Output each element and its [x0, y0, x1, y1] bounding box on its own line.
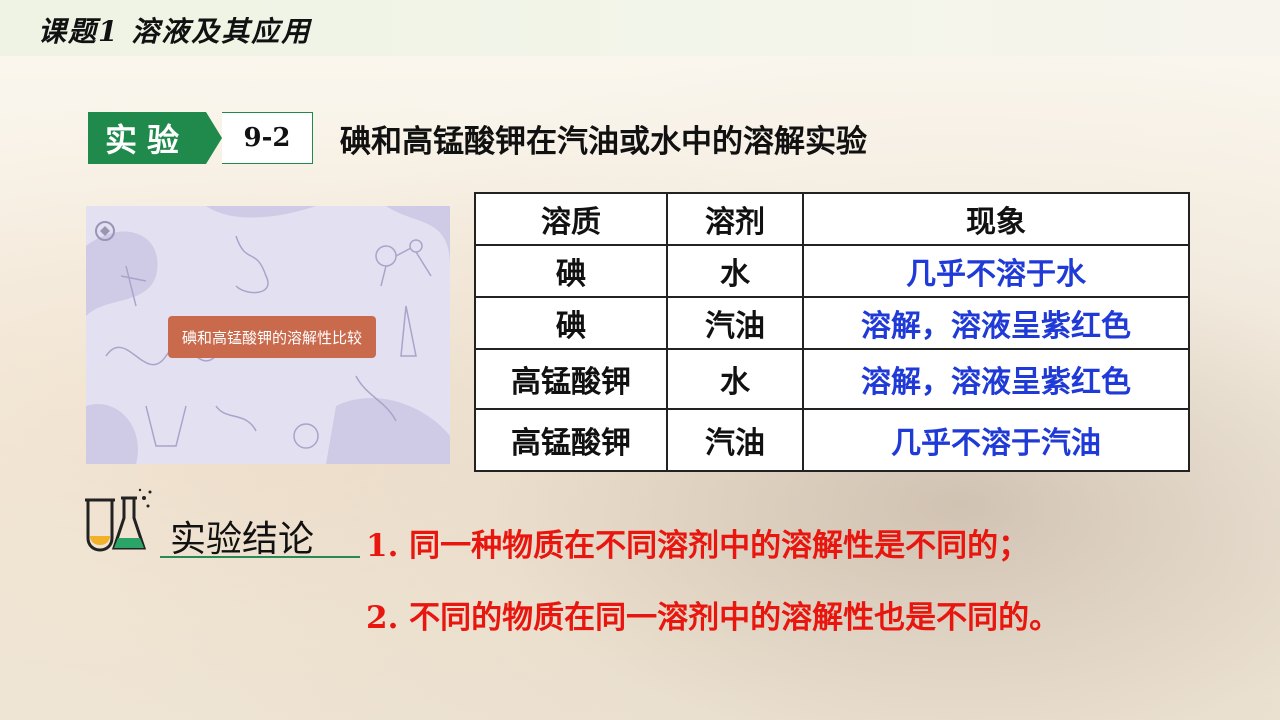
- experiment-title: 碘和高锰酸钾在汽油或水中的溶解实验: [340, 124, 867, 160]
- experiment-tag-arrow: [206, 112, 222, 164]
- conclusion-text: 不同的物质在同一溶剂中的溶解性也是不同的。: [409, 600, 1061, 636]
- cell-solute: 碘: [474, 244, 668, 298]
- cell-solute: 高锰酸钾: [474, 348, 668, 410]
- experiment-tag: 实验: [88, 112, 206, 164]
- cell-solvent: 汽油: [666, 296, 804, 350]
- lesson-title: 课题1 溶液及其应用: [38, 15, 312, 48]
- table-row: 高锰酸钾 汽油 几乎不溶于汽油: [474, 408, 1190, 472]
- header-solvent: 溶剂: [666, 192, 804, 246]
- cell-solvent: 汽油: [666, 408, 804, 472]
- conclusion-number: 1.: [366, 528, 399, 564]
- results-table: 溶质 溶剂 现象 碘 水 几乎不溶于水 碘 汽油 溶解，溶液呈紫红色 高锰酸钾 …: [474, 192, 1190, 472]
- video-logo-icon: [95, 221, 115, 241]
- conclusion-text: 同一种物质在不同溶剂中的溶解性是不同的；: [409, 528, 1030, 564]
- table-header-row: 溶质 溶剂 现象: [474, 192, 1190, 246]
- lab-flask-icon: [85, 488, 152, 552]
- cell-solvent: 水: [666, 244, 804, 298]
- table-row: 碘 水 几乎不溶于水: [474, 244, 1190, 298]
- video-title-button[interactable]: 碘和高锰酸钾的溶解性比较: [168, 316, 376, 358]
- conclusion-number: 2.: [366, 600, 399, 636]
- cell-phenomenon: 几乎不溶于汽油: [802, 408, 1190, 472]
- header-phenomenon: 现象: [802, 192, 1190, 246]
- cell-solvent: 水: [666, 348, 804, 410]
- conclusion-label: 实验结论: [170, 519, 315, 560]
- table-row: 碘 汽油 溶解，溶液呈紫红色: [474, 296, 1190, 350]
- conclusion-underline: [160, 556, 360, 558]
- cell-phenomenon: 几乎不溶于水: [802, 244, 1190, 298]
- conclusion-item-2: 2. 不同的物质在同一溶剂中的溶解性也是不同的。: [366, 592, 1060, 637]
- experiment-number: 9-2: [222, 112, 313, 164]
- cell-solute: 碘: [474, 296, 668, 350]
- header-solute: 溶质: [474, 192, 668, 246]
- header-bar: 课题1 溶液及其应用: [0, 0, 1280, 56]
- cell-solute: 高锰酸钾: [474, 408, 668, 472]
- cell-phenomenon: 溶解，溶液呈紫红色: [802, 348, 1190, 410]
- table-row: 高锰酸钾 水 溶解，溶液呈紫红色: [474, 348, 1190, 410]
- conclusion-item-1: 1. 同一种物质在不同溶剂中的溶解性是不同的；: [366, 520, 1029, 565]
- cell-phenomenon: 溶解，溶液呈紫红色: [802, 296, 1190, 350]
- experiment-video[interactable]: 碘和高锰酸钾的溶解性比较: [86, 206, 450, 464]
